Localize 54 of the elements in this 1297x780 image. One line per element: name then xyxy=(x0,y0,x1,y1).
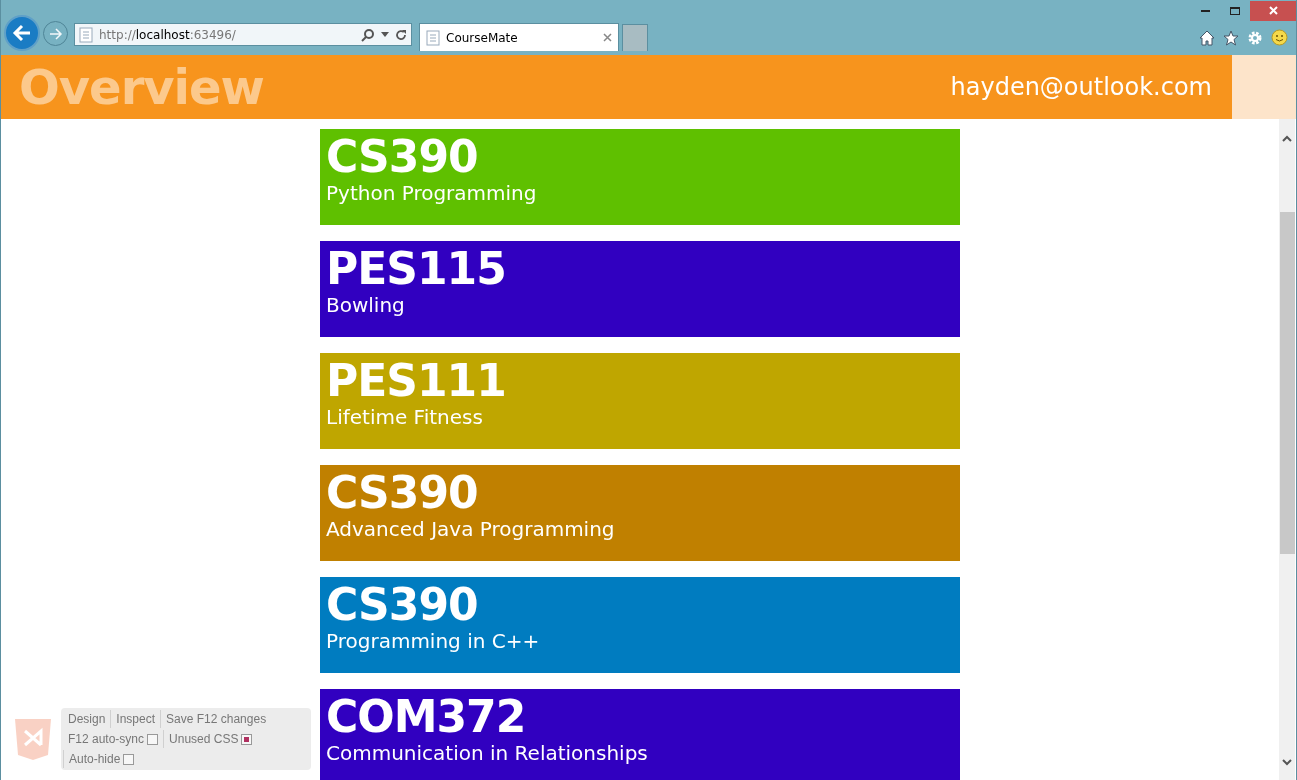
course-tile[interactable]: COM372 Communication in Relationships xyxy=(320,689,960,780)
forward-arrow-icon xyxy=(48,27,63,40)
shield-logo-icon xyxy=(13,717,53,761)
home-icon[interactable] xyxy=(1199,29,1215,46)
scroll-up-icon[interactable] xyxy=(1282,135,1292,142)
toolbar-button[interactable]: Save F12 changes xyxy=(166,710,267,728)
page-title: Overview xyxy=(18,58,264,117)
course-name: Bowling xyxy=(326,293,405,317)
course-name: Lifetime Fitness xyxy=(326,405,483,429)
address-bar[interactable]: http://localhost:63496/ xyxy=(74,23,412,46)
course-name: Communication in Relationships xyxy=(326,741,648,765)
user-email: hayden@outlook.com xyxy=(950,72,1213,103)
course-code: PES115 xyxy=(326,245,507,293)
close-button[interactable] xyxy=(1250,0,1296,21)
course-code: CS390 xyxy=(326,469,479,517)
tab-title: CourseMate xyxy=(446,29,519,47)
scrollbar[interactable] xyxy=(1279,119,1295,780)
course-name: Programming in C++ xyxy=(326,629,540,653)
scrollbar-thumb[interactable] xyxy=(1279,212,1295,554)
course-code: CS390 xyxy=(326,581,479,629)
toggle-checkbox[interactable] xyxy=(241,733,253,745)
course-tile[interactable]: CS390 Advanced Java Programming xyxy=(320,465,960,561)
close-icon[interactable] xyxy=(603,33,612,42)
browser-tab[interactable]: CourseMate xyxy=(419,23,619,51)
close-icon xyxy=(1268,6,1278,15)
page-icon xyxy=(426,29,440,46)
dropdown-caret-icon[interactable] xyxy=(381,32,389,37)
star-icon[interactable] xyxy=(1223,29,1239,46)
course-tile[interactable]: CS390 Programming in C++ xyxy=(320,577,960,673)
course-name: Python Programming xyxy=(326,181,537,205)
course-name: Advanced Java Programming xyxy=(326,517,615,541)
toggle-label: Unused CSS xyxy=(169,731,239,748)
toolbar-button[interactable]: Design xyxy=(68,710,106,728)
page-icon xyxy=(79,26,93,43)
course-tile[interactable]: CS390 Python Programming xyxy=(320,129,960,225)
back-arrow-icon xyxy=(12,24,32,42)
toolbar-button[interactable]: Inspect xyxy=(116,710,156,728)
refresh-icon[interactable] xyxy=(395,28,407,41)
smiley-icon[interactable] xyxy=(1271,29,1288,46)
toggle-checkbox[interactable] xyxy=(123,753,135,765)
course-code: CS390 xyxy=(326,133,479,181)
course-code: PES111 xyxy=(326,357,507,405)
back-button[interactable] xyxy=(4,15,40,51)
course-code: COM372 xyxy=(326,693,527,741)
course-tile[interactable]: PES115 Bowling xyxy=(320,241,960,337)
course-tile[interactable]: PES111 Lifetime Fitness xyxy=(320,353,960,449)
toggle-checkbox[interactable] xyxy=(147,733,159,745)
settings-icon[interactable] xyxy=(1247,29,1263,46)
search-icon[interactable] xyxy=(361,27,375,42)
header-side-panel xyxy=(1232,55,1296,119)
toggle-label: Auto-hide xyxy=(69,751,121,768)
scroll-down-icon[interactable] xyxy=(1282,759,1292,766)
toggle-label: F12 auto-sync xyxy=(68,731,145,748)
address-text: http://localhost:63496/ xyxy=(99,26,237,44)
